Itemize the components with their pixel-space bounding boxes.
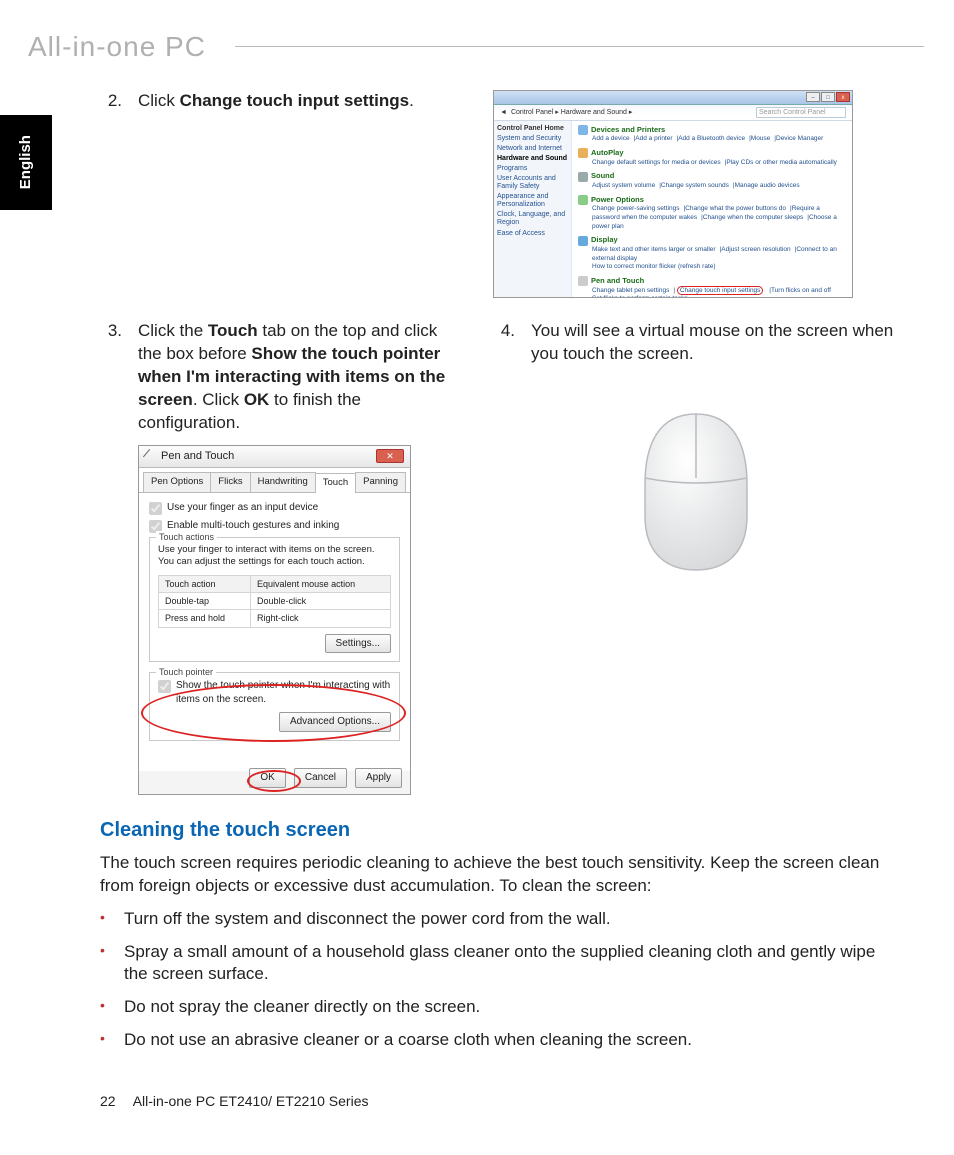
tab-pen-options: Pen Options	[143, 472, 211, 492]
cleaning-intro: The touch screen requires periodic clean…	[100, 852, 899, 898]
close-icon: x	[836, 92, 850, 102]
back-icon: ◄	[500, 108, 507, 117]
step-text: Click the Touch tab on the top and click…	[138, 320, 465, 435]
tab-touch: Touch	[315, 473, 356, 493]
search-input: Search Control Panel	[756, 107, 846, 118]
settings-button: Settings...	[325, 634, 391, 654]
touch-actions-table: Touch actionEquivalent mouse action Doub…	[158, 575, 391, 627]
tab-bar: Pen Options Flicks Handwriting Touch Pan…	[139, 468, 410, 493]
sidebar: Control Panel Home System and Security N…	[494, 121, 572, 297]
list-item: Do not spray the cleaner directly on the…	[100, 996, 899, 1019]
checkbox-show-pointer: Show the touch pointer when I'm interact…	[158, 679, 391, 706]
window-titlebar: – □ x	[494, 91, 852, 105]
step-number: 2.	[100, 90, 122, 113]
step-2: 2. Click Change touch input settings.	[100, 90, 465, 113]
pen-touch-dialog: Pen and Touch ✕ Pen Options Flicks Handw…	[138, 445, 411, 795]
list-item: Do not use an abrasive cleaner or a coar…	[100, 1029, 899, 1052]
advanced-options-button: Advanced Options...	[279, 712, 391, 732]
minimize-icon: –	[806, 92, 820, 102]
apply-button: Apply	[355, 768, 402, 788]
control-panel-screenshot: – □ x ◄ Control Panel ▸ Hardware and Sou…	[493, 90, 853, 298]
touch-pointer-group: Touch pointer Show the touch pointer whe…	[149, 672, 400, 741]
mouse-icon	[631, 406, 761, 576]
footer-model: All-in-one PC ET2410/ ET2210 Series	[133, 1093, 369, 1109]
step-number: 4.	[493, 320, 515, 366]
pen-icon	[143, 449, 157, 463]
control-panel-main: Devices and Printers Add a device|Add a …	[572, 121, 852, 297]
highlighted-link: Change touch input settings	[677, 286, 764, 295]
step-text: You will see a virtual mouse on the scre…	[531, 320, 899, 366]
tab-panning: Panning	[355, 472, 406, 492]
page-number: 22	[100, 1093, 116, 1109]
tab-flicks: Flicks	[210, 472, 250, 492]
page-content: 2. Click Change touch input settings. – …	[100, 90, 899, 1062]
list-item: Spray a small amount of a household glas…	[100, 941, 899, 987]
dialog-titlebar: Pen and Touch ✕	[139, 446, 410, 468]
maximize-icon: □	[821, 92, 835, 102]
tab-handwriting: Handwriting	[250, 472, 316, 492]
page-footer: 22 All-in-one PC ET2410/ ET2210 Series	[100, 1092, 369, 1111]
cancel-button: Cancel	[294, 768, 347, 788]
ok-button: OK	[249, 768, 285, 788]
header-title: All-in-one PC	[28, 28, 206, 66]
touch-actions-group: Touch actions Use your finger to interac…	[149, 537, 400, 663]
breadcrumb: ◄ Control Panel ▸ Hardware and Sound ▸ S…	[494, 105, 852, 121]
header-rule	[235, 46, 924, 47]
cleaning-bullets: Turn off the system and disconnect the p…	[100, 908, 899, 1053]
checkbox-finger-input: Use your finger as an input device	[149, 501, 400, 515]
step-text: Click Change touch input settings.	[138, 90, 465, 113]
close-icon: ✕	[376, 449, 404, 463]
section-heading-cleaning: Cleaning the touch screen	[100, 817, 899, 844]
step-4: 4. You will see a virtual mouse on the s…	[493, 320, 899, 366]
step-number: 3.	[100, 320, 122, 435]
step-3: 3. Click the Touch tab on the top and cl…	[100, 320, 465, 435]
language-tab: English	[0, 115, 52, 210]
list-item: Turn off the system and disconnect the p…	[100, 908, 899, 931]
